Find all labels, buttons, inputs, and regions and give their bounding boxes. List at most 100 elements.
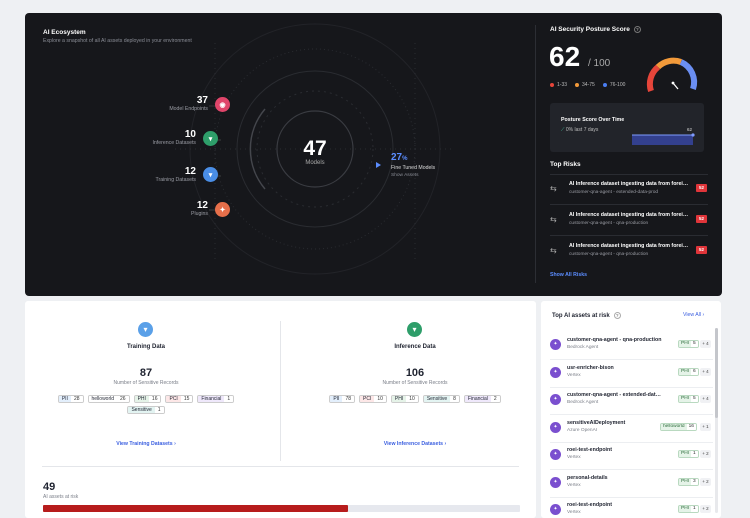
asset-source: Bedrock Agent (567, 345, 599, 350)
posture-over-time-card[interactable]: Posture Score Over Time ⟋ 0% last 7 days… (550, 103, 704, 152)
more-tags-badge[interactable]: + 2 (700, 505, 711, 513)
asset-row[interactable]: ✦ sensitiveAIDeployment Azure OpenAI hellow… (550, 417, 713, 443)
vertex-icon: ✦ (550, 394, 561, 405)
asset-name: roei-test-endpoint (567, 447, 613, 453)
bucket-icon: ▾ (203, 131, 218, 146)
divider (550, 496, 713, 498)
inference-count: 106 (405, 367, 425, 379)
models-label: Models (305, 160, 325, 166)
play-icon (376, 162, 381, 168)
tag-phi: PHI 10 (390, 395, 419, 403)
asset-row[interactable]: ✦ personal-details Vertex PHI 3 + 2 (550, 472, 713, 498)
tag-financial: Financial 1 (197, 395, 235, 403)
asset-row[interactable]: ✦ customer-qna-agent - qna-production Bedr… (550, 334, 713, 360)
asset-source: Vertex (567, 455, 581, 460)
more-tags-badge[interactable]: + 2 (700, 450, 711, 458)
help-icon[interactable]: ? (633, 26, 641, 33)
asset-name: customer-qna-agent - qna-production (567, 337, 662, 343)
transfer-icon: ⇆ (550, 215, 557, 224)
show-all-risks-link[interactable]: Show All Risks (550, 272, 587, 278)
top-assets-title: Top AI assets at risk? (552, 312, 621, 319)
divider (535, 25, 536, 283)
model-endpoint-icon: ◉ (215, 97, 230, 112)
more-tags-badge[interactable]: + 1 (700, 422, 711, 431)
inference-data-title: Inference Data (394, 344, 436, 350)
risk-item[interactable]: ⇆ AI Inference dataset ingesting data fr… (550, 241, 720, 265)
risk-item[interactable]: ⇆ AI Inference dataset ingesting data fr… (550, 210, 720, 234)
bucket-icon: ▾ (203, 167, 218, 182)
more-tags-badge[interactable]: + 4 (700, 395, 711, 403)
risk-title: AI Inference dataset ingesting data from… (569, 243, 689, 249)
tag-phi: PHI 16 (133, 395, 162, 403)
tag-pci: PCI 10 (359, 395, 387, 403)
help-icon[interactable]: ? (613, 312, 621, 319)
legend-item: 34-75 (575, 82, 595, 88)
at-risk-progress-fill (43, 505, 349, 512)
more-tags-badge[interactable]: + 4 (700, 340, 711, 348)
stat-label: Inference Datasets (152, 140, 196, 146)
more-tags-badge[interactable]: + 2 (700, 477, 711, 486)
stat-inference-datasets[interactable]: 10 Inference Datasets (125, 130, 196, 147)
asset-tag: PHI 6 (678, 367, 699, 376)
transfer-icon: ⇆ (550, 246, 557, 255)
asset-tag: PHI 5 (678, 395, 699, 403)
asset-source: Vertex (567, 482, 581, 488)
divider (550, 414, 713, 415)
asset-tag: PHI 3 (678, 477, 699, 486)
divider (550, 235, 708, 236)
stat-training-datasets[interactable]: 12 Training Datasets (125, 167, 196, 184)
show-assets-link[interactable]: Show Assets (391, 173, 418, 178)
view-all-link[interactable]: View All › (683, 312, 704, 318)
posture-score: 62 (549, 41, 581, 72)
risk-subtitle: customer-qna-agent - extended-data-prod (569, 190, 659, 195)
at-risk-progress-bar (43, 505, 520, 512)
stat-label: Training Datasets (155, 177, 196, 183)
asset-name: usr-enricher-bison (567, 364, 614, 371)
tag-helloworld: helloworld 26 (87, 395, 130, 403)
assets-at-risk-count: 49 (43, 481, 56, 493)
risk-item[interactable]: ⇆ AI Inference dataset ingesting data fr… (550, 179, 720, 203)
tag-financial: Financial 2 (463, 395, 501, 403)
asset-source: Vertex (567, 372, 581, 378)
ecosystem-title: AI Ecosystem (43, 29, 86, 36)
vertex-icon: ✦ (550, 476, 561, 488)
stat-model-endpoints[interactable]: 37 Model Endpoints (125, 96, 208, 113)
asset-name: personal-details (567, 474, 608, 481)
stat-count: 12 (196, 200, 208, 211)
risk-score-badge: 52 (696, 184, 707, 192)
asset-tag: PHI 1 (678, 505, 699, 513)
asset-name: customer-qna-agent - extended-dat… (567, 392, 661, 398)
risk-subtitle: customer-qna-agent - qna-production (569, 221, 649, 226)
stat-count: 12 (184, 166, 196, 177)
asset-row[interactable]: ✦ roei-test-endpoint Vertex PHI 1 + 2 (550, 499, 713, 518)
risk-score-badge: 52 (696, 246, 707, 254)
score-gauge (646, 57, 698, 92)
risk-score-badge: 52 (696, 215, 707, 223)
asset-row[interactable]: ✦ customer-qna-agent - extended-dat… Bedro… (550, 389, 713, 415)
view-inference-datasets-link[interactable]: View Inference Datasets › (315, 441, 515, 447)
asset-row[interactable]: ✦ usr-enricher-bison Vertex PHI 6 + 4 (550, 362, 713, 388)
scrollbar[interactable] (715, 328, 718, 513)
ecosystem-rings (175, 23, 455, 275)
asset-source: Bedrock Agent (567, 400, 599, 405)
legend-item: 76-100 (602, 82, 625, 88)
stat-plugins[interactable]: 12 Plugins (125, 201, 208, 218)
vertex-icon: ✦ (550, 449, 561, 460)
asset-row[interactable]: ✦ roei-test-endpoint Vertex PHI 1 + 2 (550, 444, 713, 470)
bucket-icon: ▾ (138, 322, 153, 337)
asset-tag: helloworld 16 (660, 422, 697, 431)
models-count: 47 (303, 137, 327, 160)
scrollbar-thumb[interactable] (715, 328, 718, 418)
risk-subtitle: customer-qna-agent - qna-production (569, 252, 649, 257)
view-training-datasets-link[interactable]: View Training Datasets › (46, 441, 246, 447)
asset-source: Azure OpenAI (567, 427, 598, 433)
risk-title: AI Inference dataset ingesting data from… (569, 212, 689, 218)
inference-tags: PII 78 PCI 10 PHI 10 Sensitive 8 Financial 2 (315, 395, 515, 403)
stat-label: Model Endpoints (169, 106, 208, 112)
tag-sensitive: Sensitive 1 (127, 406, 165, 414)
training-count: 87 (139, 367, 153, 379)
risk-title: AI Inference dataset ingesting data from… (569, 181, 689, 187)
fine-tuned-percent: 27% (391, 152, 408, 163)
more-tags-badge[interactable]: + 4 (700, 367, 711, 376)
divider (42, 466, 519, 467)
